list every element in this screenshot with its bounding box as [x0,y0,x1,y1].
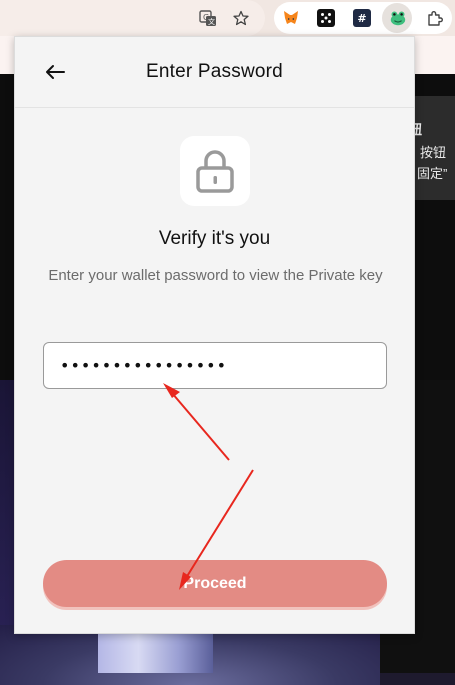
translate-icon[interactable]: G 文 [198,8,218,28]
background-pillar-graphic [98,628,213,673]
page-title: Enter Password [146,61,283,82]
dice-extension-icon[interactable] [317,9,335,27]
tooltip-line-2: 按钮 [420,145,447,160]
tooltip-line-3: 固定” [417,166,448,181]
verify-heading: Verify it's you [158,228,271,249]
frog-wallet-extension-icon[interactable] [389,9,407,27]
proceed-button[interactable]: Proceed [43,560,387,607]
password-input[interactable] [44,343,386,388]
star-icon[interactable] [231,8,251,28]
lock-icon-container [180,136,250,206]
popup-header: Enter Password [15,37,414,108]
password-field[interactable] [43,342,387,389]
extensions-tray: # [274,2,452,34]
hash-extension-icon[interactable]: # [353,9,371,27]
verify-description: Enter your wallet password to view the P… [48,267,383,284]
puzzle-extensions-icon[interactable] [426,9,444,27]
svg-text:文: 文 [208,17,215,26]
enter-password-popup: Enter Password Verify it's you Enter you… [14,36,415,634]
browser-toolbar: G 文 # [0,0,455,36]
metamask-extension-icon[interactable] [282,9,300,27]
lock-icon [196,150,234,193]
omnibox[interactable] [0,0,265,36]
